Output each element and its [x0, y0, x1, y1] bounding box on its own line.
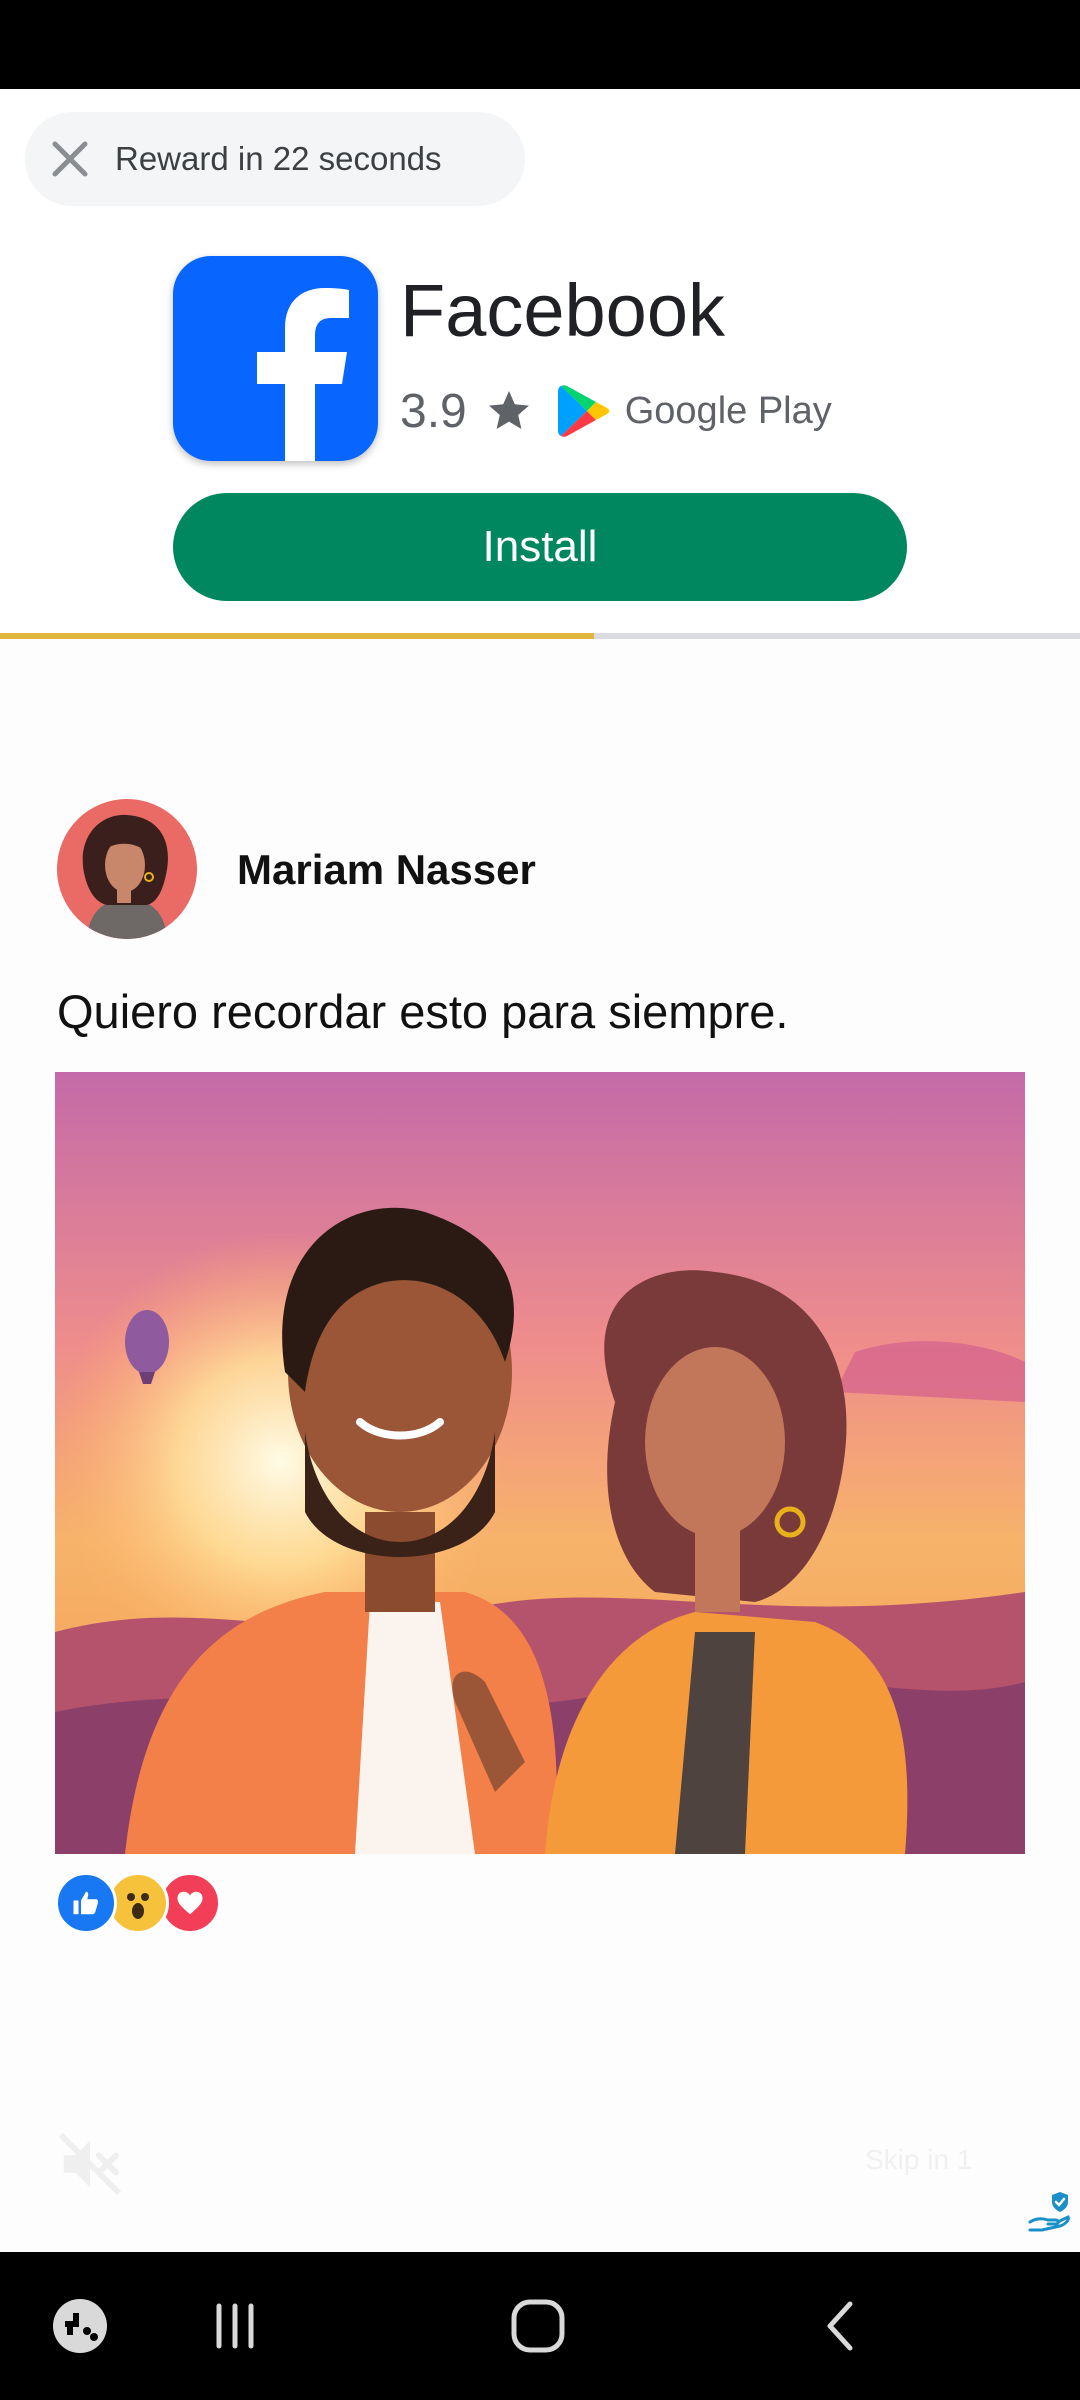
- reaction-summary[interactable]: [55, 1872, 225, 1936]
- back-icon: [827, 2301, 853, 2351]
- back-button[interactable]: [780, 2252, 900, 2400]
- faint-skip-label: Skip in 1: [865, 2144, 973, 2175]
- mute-button[interactable]: [55, 2129, 125, 2199]
- couple-sunset-illustration: [55, 1072, 1025, 1854]
- post-caption: Quiero recordar esto para siempre.: [57, 985, 789, 1038]
- reward-countdown: Reward in 22 seconds: [25, 112, 525, 206]
- adchoices-icon: [1028, 2192, 1070, 2232]
- app-meta: 3.9 Google Play: [400, 381, 832, 441]
- post-author: Mariam Nasser: [237, 846, 536, 893]
- home-icon: [511, 2299, 565, 2353]
- like-reaction-icon: [55, 1872, 117, 1934]
- adchoices-button[interactable]: [1026, 2186, 1074, 2234]
- close-button[interactable]: [25, 112, 115, 206]
- google-play-icon: [557, 385, 609, 437]
- navigation-bar: [0, 2252, 1080, 2400]
- app-rating: 3.9: [400, 384, 467, 438]
- recents-button[interactable]: [175, 2252, 295, 2400]
- speaker-muted-icon: [58, 2132, 122, 2196]
- rewarded-ad-screen: Reward in 22 seconds Facebook 3.9 Google…: [0, 89, 1080, 2252]
- status-bar: [0, 0, 1080, 89]
- ad-creative-post[interactable]: Mariam Nasser Quiero recordar esto para …: [0, 639, 1080, 2252]
- post-image: [55, 1072, 1025, 1854]
- store-name: Google Play: [624, 389, 832, 432]
- avatar: [57, 799, 197, 939]
- game-launcher-button[interactable]: [20, 2252, 140, 2400]
- star-icon: [488, 391, 529, 429]
- facebook-logo-icon: [257, 288, 349, 461]
- recents-icon: [216, 2303, 254, 2349]
- facebook-app-icon[interactable]: [173, 256, 378, 461]
- home-button[interactable]: [478, 2252, 598, 2400]
- avatar-illustration: [57, 799, 197, 939]
- install-button[interactable]: Install: [173, 493, 907, 601]
- close-icon: [52, 141, 88, 177]
- app-name: Facebook: [400, 269, 725, 352]
- reward-countdown-text: Reward in 22 seconds: [115, 140, 442, 177]
- game-launcher-icon: [53, 2299, 107, 2353]
